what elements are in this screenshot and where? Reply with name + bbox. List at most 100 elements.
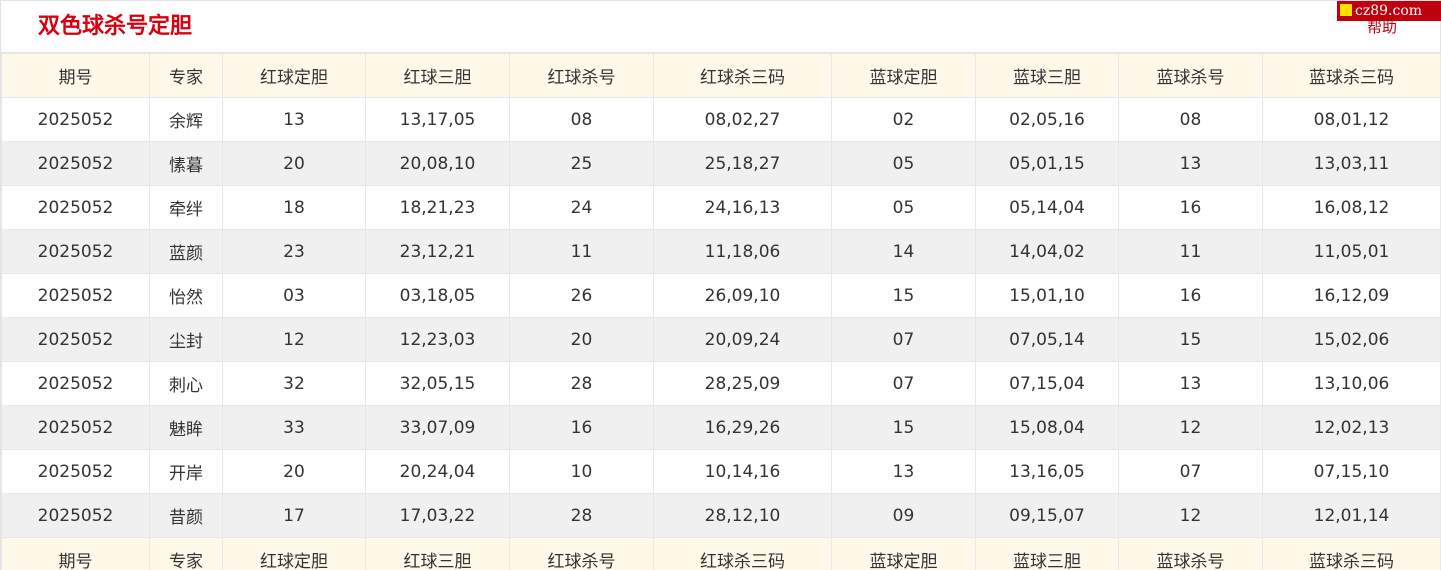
red-three-cell: 18,21,23 <box>365 185 510 230</box>
issue-cell: 2025052 <box>1 229 150 274</box>
table-row: 2025052 牵绊 18 18,21,23 24 24,16,13 05 05,14,04 1… <box>1 185 1441 230</box>
table-body: 2025052 余辉 13 13,17,05 08 08,02,27 02 02,05,16 0… <box>1 97 1441 538</box>
red-kill-three-cell: 08,02,27 <box>653 97 832 142</box>
red-three-cell: 23,12,21 <box>365 229 510 274</box>
red-kill-three-cell: 26,09,10 <box>653 273 832 318</box>
blue-kill-cell: 15 <box>1118 317 1263 362</box>
blue-three-cell: 14,04,02 <box>975 229 1119 274</box>
table-row: 2025052 蓝颜 23 23,12,21 11 11,18,06 14 14,04,02 1… <box>1 229 1441 274</box>
footer-expert: 专家 <box>149 537 223 570</box>
blue-three-cell: 07,15,04 <box>975 361 1119 406</box>
table-row: 2025052 愫暮 20 20,08,10 25 25,18,27 05 05,01,15 1… <box>1 141 1441 186</box>
red-single-cell: 12 <box>222 317 366 362</box>
blue-kill-cell: 12 <box>1118 405 1263 450</box>
help-link[interactable]: 帮助 <box>1367 17 1397 37</box>
blue-three-cell: 09,15,07 <box>975 493 1119 538</box>
red-single-cell: 33 <box>222 405 366 450</box>
red-three-cell: 32,05,15 <box>365 361 510 406</box>
red-kill-three-cell: 28,25,09 <box>653 361 832 406</box>
footer-blue-three: 蓝球三胆 <box>975 537 1119 570</box>
blue-kill-cell: 11 <box>1118 229 1263 274</box>
expert-cell: 愫暮 <box>149 141 223 186</box>
page-title: 双色球杀号定胆 <box>38 14 193 39</box>
issue-cell: 2025052 <box>1 185 150 230</box>
red-kill-three-cell: 11,18,06 <box>653 229 832 274</box>
expert-cell: 怡然 <box>149 273 223 318</box>
red-kill-three-cell: 28,12,10 <box>653 493 832 538</box>
title-bar: 双色球杀号定胆 <box>1 0 1440 53</box>
blue-three-cell: 07,05,14 <box>975 317 1119 362</box>
blue-kill-cell: 13 <box>1118 361 1263 406</box>
table-row: 2025052 开岸 20 20,24,04 10 10,14,16 13 13,16,05 0… <box>1 449 1441 494</box>
red-kill-cell: 16 <box>509 405 654 450</box>
header-red-kill-three: 红球杀三码 <box>653 53 832 98</box>
blue-three-cell: 05,14,04 <box>975 185 1119 230</box>
blue-kill-three-cell: 13,10,06 <box>1262 361 1441 406</box>
header-blue-three: 蓝球三胆 <box>975 53 1119 98</box>
table-row: 2025052 尘封 12 12,23,03 20 20,09,24 07 07,05,14 1… <box>1 317 1441 362</box>
table-row: 2025052 怡然 03 03,18,05 26 26,09,10 15 15,01,10 1… <box>1 273 1441 318</box>
blue-three-cell: 15,01,10 <box>975 273 1119 318</box>
blue-single-cell: 09 <box>831 493 976 538</box>
blue-kill-cell: 07 <box>1118 449 1263 494</box>
header-issue: 期号 <box>1 53 150 98</box>
red-kill-cell: 28 <box>509 493 654 538</box>
red-single-cell: 32 <box>222 361 366 406</box>
footer-red-single: 红球定胆 <box>222 537 366 570</box>
red-kill-cell: 08 <box>509 97 654 142</box>
blue-kill-three-cell: 11,05,01 <box>1262 229 1441 274</box>
table-row: 2025052 昔颜 17 17,03,22 28 28,12,10 09 09,15,07 1… <box>1 493 1441 538</box>
issue-cell: 2025052 <box>1 361 150 406</box>
red-three-cell: 20,08,10 <box>365 141 510 186</box>
table-row: 2025052 魅眸 33 33,07,09 16 16,29,26 15 15,08,04 1… <box>1 405 1441 450</box>
red-three-cell: 33,07,09 <box>365 405 510 450</box>
expert-cell: 昔颜 <box>149 493 223 538</box>
footer-red-three: 红球三胆 <box>365 537 510 570</box>
blue-single-cell: 13 <box>831 449 976 494</box>
blue-kill-three-cell: 08,01,12 <box>1262 97 1441 142</box>
red-three-cell: 13,17,05 <box>365 97 510 142</box>
red-single-cell: 20 <box>222 449 366 494</box>
issue-cell: 2025052 <box>1 141 150 186</box>
header-red-three: 红球三胆 <box>365 53 510 98</box>
header-expert: 专家 <box>149 53 223 98</box>
red-kill-cell: 20 <box>509 317 654 362</box>
red-kill-cell: 25 <box>509 141 654 186</box>
blue-single-cell: 02 <box>831 97 976 142</box>
issue-cell: 2025052 <box>1 97 150 142</box>
expert-cell: 魅眸 <box>149 405 223 450</box>
blue-three-cell: 15,08,04 <box>975 405 1119 450</box>
blue-single-cell: 07 <box>831 361 976 406</box>
header-blue-kill-three: 蓝球杀三码 <box>1262 53 1441 98</box>
blue-single-cell: 07 <box>831 317 976 362</box>
expert-cell: 牵绊 <box>149 185 223 230</box>
red-single-cell: 17 <box>222 493 366 538</box>
blue-three-cell: 13,16,05 <box>975 449 1119 494</box>
red-three-cell: 12,23,03 <box>365 317 510 362</box>
footer-blue-kill-three: 蓝球杀三码 <box>1262 537 1441 570</box>
footer-blue-single: 蓝球定胆 <box>831 537 976 570</box>
blue-kill-three-cell: 13,03,11 <box>1262 141 1441 186</box>
red-single-cell: 03 <box>222 273 366 318</box>
blue-kill-three-cell: 12,02,13 <box>1262 405 1441 450</box>
blue-kill-three-cell: 15,02,06 <box>1262 317 1441 362</box>
red-three-cell: 20,24,04 <box>365 449 510 494</box>
blue-kill-cell: 16 <box>1118 185 1263 230</box>
page: 双色球杀号定胆 cz89.com 帮助 期号 专家 红球定胆 红球三胆 红球杀号 <box>0 0 1441 570</box>
header-blue-kill: 蓝球杀号 <box>1118 53 1263 98</box>
expert-cell: 蓝颜 <box>149 229 223 274</box>
header-blue-single: 蓝球定胆 <box>831 53 976 98</box>
blue-three-cell: 02,05,16 <box>975 97 1119 142</box>
red-three-cell: 03,18,05 <box>365 273 510 318</box>
expert-cell: 开岸 <box>149 449 223 494</box>
blue-kill-cell: 12 <box>1118 493 1263 538</box>
blue-single-cell: 14 <box>831 229 976 274</box>
red-kill-cell: 11 <box>509 229 654 274</box>
footer-blue-kill: 蓝球杀号 <box>1118 537 1263 570</box>
header-red-single: 红球定胆 <box>222 53 366 98</box>
blue-kill-three-cell: 12,01,14 <box>1262 493 1441 538</box>
table-footer-row: 期号 专家 红球定胆 红球三胆 红球杀号 红球杀三码 蓝球定胆 蓝球三胆 蓝球杀… <box>1 537 1441 570</box>
brand-square-icon <box>1340 4 1352 16</box>
blue-kill-three-cell: 16,12,09 <box>1262 273 1441 318</box>
red-kill-cell: 10 <box>509 449 654 494</box>
